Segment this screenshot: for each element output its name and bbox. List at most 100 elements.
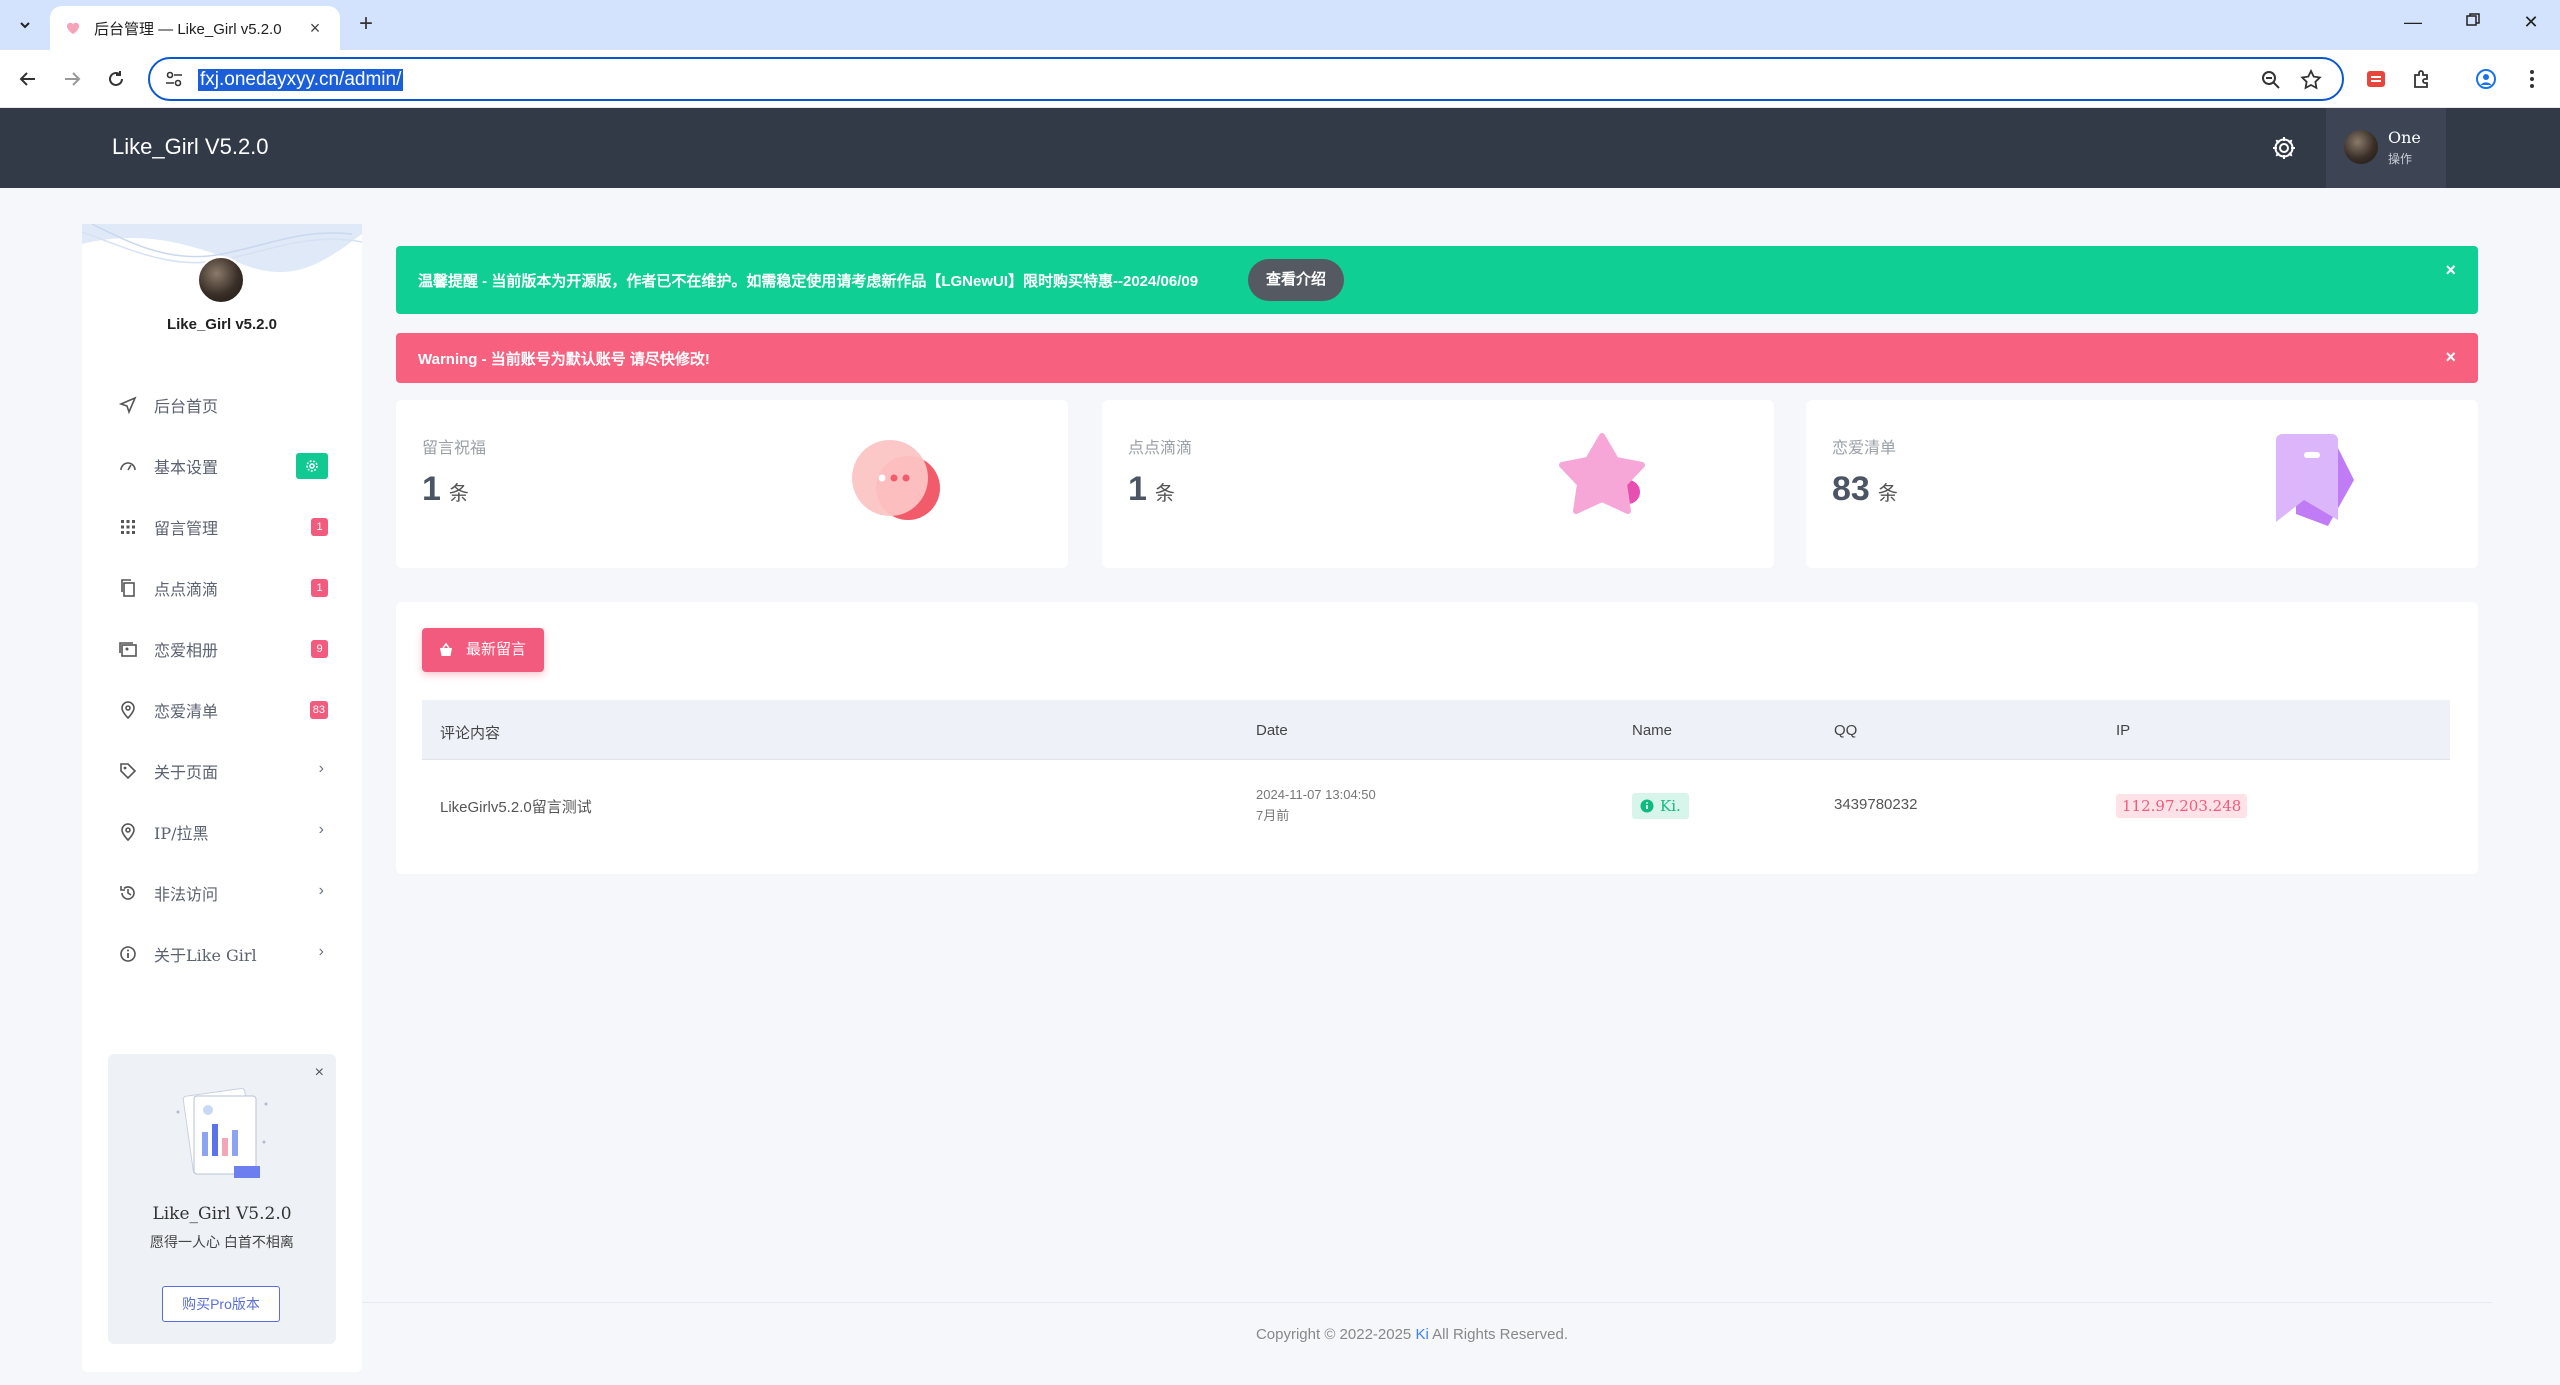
commenter-qq: 3439780232 xyxy=(1834,796,1918,813)
avatar xyxy=(2344,130,2378,164)
profile-icon[interactable] xyxy=(2474,67,2498,91)
sidebar-brand: Like_Girl v5.2.0 xyxy=(166,316,278,333)
latest-messages-label: 最新留言 xyxy=(466,641,527,658)
chevron-right-icon: › xyxy=(318,760,324,777)
stat-label: 留言祝福 xyxy=(422,438,487,457)
latest-messages-button[interactable]: 最新留言 xyxy=(422,628,545,672)
sidebar-item-label: IP/拉黑 xyxy=(154,823,209,843)
browser-tab-bar: 后台管理 — Like_Girl v5.2.0 × + — ✕ xyxy=(0,0,2560,50)
sidebar-item-messages[interactable]: 留言管理 1 xyxy=(82,496,362,557)
user-menu[interactable]: One 操作 xyxy=(2326,108,2446,188)
sidebar-item-label: 恋爱清单 xyxy=(154,701,219,721)
close-icon[interactable]: × xyxy=(2445,347,2456,368)
chat-bubble-icon xyxy=(852,440,940,520)
gear-icon[interactable] xyxy=(2270,134,2298,162)
app-title[interactable]: Like_Girl V5.2.0 xyxy=(112,134,269,160)
footer-author-link[interactable]: Ki xyxy=(1415,1326,1428,1343)
stat-unit: 条 xyxy=(1877,481,1898,505)
comment-date-absolute: 2024-11-07 13:04:50 xyxy=(1256,787,1376,802)
stat-number: 83 xyxy=(1832,470,1870,508)
info-alert: 温馨提醒 - 当前版本为开源版，作者已不在维护。如需稳定使用请考虑新作品【LGN… xyxy=(396,246,2478,314)
minimize-icon[interactable]: — xyxy=(2398,12,2428,33)
sidebar-item-label: 关于Like Girl xyxy=(154,945,257,965)
sidebar: Like_Girl v5.2.0 后台首页 基本设置 留言管理 1 点点滴滴 1… xyxy=(82,224,362,1372)
extension-red-icon[interactable] xyxy=(2364,67,2388,91)
site-info-icon[interactable] xyxy=(164,69,184,89)
sidebar-item-settings[interactable]: 基本设置 xyxy=(82,435,362,496)
stat-label: 点点滴滴 xyxy=(1128,438,1193,457)
sidebar-item-label: 留言管理 xyxy=(154,518,219,538)
tab-search-button[interactable] xyxy=(10,10,40,40)
menu-dots-icon[interactable] xyxy=(2520,67,2544,91)
user-name: One xyxy=(2388,128,2421,147)
report-illustration xyxy=(176,1087,268,1178)
restore-icon[interactable] xyxy=(2458,12,2488,33)
close-icon[interactable]: × xyxy=(2445,260,2456,281)
info-alert-text: 温馨提醒 - 当前版本为开源版，作者已不在维护。如需稳定使用请考虑新作品【LGN… xyxy=(418,273,1199,290)
stat-value: 83 条 xyxy=(1832,470,1898,509)
chevron-down-icon xyxy=(20,22,30,29)
sidebar-item-about-page[interactable]: 关于页面 › xyxy=(82,740,362,801)
column-header: QQ xyxy=(1834,722,1858,739)
count-badge: 1 xyxy=(311,579,328,597)
warning-alert: Warning - 当前账号为默认账号 请尽快修改! × xyxy=(396,333,2478,383)
sidebar-item-label: 后台首页 xyxy=(154,396,219,416)
count-badge: 1 xyxy=(311,518,328,536)
sidebar-item-label: 点点滴滴 xyxy=(154,579,219,599)
comment-content: LikeGirlv5.2.0留言测试 xyxy=(440,799,592,816)
count-badge: 9 xyxy=(311,640,328,658)
buy-pro-button[interactable]: 购买Pro版本 xyxy=(162,1286,280,1322)
extensions-puzzle-icon[interactable] xyxy=(2410,67,2434,91)
column-header: 评论内容 xyxy=(440,725,501,742)
bookmark-star-icon[interactable] xyxy=(2300,69,2322,91)
sidebar-item-label: 关于页面 xyxy=(154,762,219,782)
promo-subtitle: 愿得一人心 白首不相离 xyxy=(150,1234,294,1250)
new-tab-button[interactable]: + xyxy=(352,10,380,38)
chevron-right-icon: › xyxy=(318,943,324,960)
column-header: Date xyxy=(1256,722,1288,739)
table-row[interactable]: LikeGirlv5.2.0留言测试 2024-11-07 13:04:50 7… xyxy=(422,760,2450,850)
comment-date: 2024-11-07 13:04:50 7月前 xyxy=(1256,784,1376,826)
bookmark-card-icon xyxy=(2276,434,2354,526)
reload-icon[interactable] xyxy=(100,63,132,95)
copy-icon xyxy=(118,578,138,598)
forward-arrow-icon[interactable] xyxy=(56,63,88,95)
sidebar-item-moments[interactable]: 点点滴滴 1 xyxy=(82,557,362,618)
promo-title: Like_Girl V5.2.0 xyxy=(152,1204,292,1224)
view-intro-button[interactable]: 查看介绍 xyxy=(1248,259,1345,301)
app-header: Like_Girl V5.2.0 One 操作 xyxy=(0,108,2560,188)
avatar xyxy=(197,256,245,304)
info-icon xyxy=(118,944,138,964)
user-role: 操作 xyxy=(2388,152,2413,166)
tab-close-icon[interactable]: × xyxy=(304,18,326,39)
commenter-name: Ki. xyxy=(1660,797,1681,815)
settings-icon xyxy=(306,460,318,472)
footer-divider xyxy=(362,1302,2492,1303)
stat-value: 1条 xyxy=(1128,470,1175,509)
sidebar-item-home[interactable]: 后台首页 xyxy=(82,374,362,435)
sidebar-item-album[interactable]: 恋爱相册 9 xyxy=(82,618,362,679)
map-pin-icon xyxy=(118,700,138,720)
window-close-icon[interactable]: ✕ xyxy=(2516,12,2546,33)
url-text[interactable]: fxj.onedayxyy.cn/admin/ xyxy=(198,69,404,91)
sidebar-item-lovelist[interactable]: 恋爱清单 83 xyxy=(82,679,362,740)
close-icon[interactable]: × xyxy=(315,1064,324,1082)
footer: Copyright © 2022-2025 Ki All Rights Rese… xyxy=(362,1326,2462,1343)
stat-number: 1 xyxy=(422,470,441,508)
stat-unit: 条 xyxy=(1154,481,1175,505)
heart-favicon-icon xyxy=(64,19,82,37)
address-bar[interactable]: fxj.onedayxyy.cn/admin/ xyxy=(148,57,2344,101)
back-arrow-icon[interactable] xyxy=(12,63,44,95)
sidebar-item-ip-block[interactable]: IP/拉黑 › xyxy=(82,801,362,862)
name-tag: Ki. xyxy=(1632,793,1689,819)
browser-toolbar: fxj.onedayxyy.cn/admin/ xyxy=(0,50,2560,108)
images-icon xyxy=(118,639,138,659)
browser-tab-active[interactable]: 后台管理 — Like_Girl v5.2.0 × xyxy=(50,6,340,50)
count-badge: 83 xyxy=(309,701,328,719)
zoom-icon[interactable] xyxy=(2260,69,2282,91)
sidebar-item-about-likegirl[interactable]: 关于Like Girl › xyxy=(82,923,362,984)
send-icon xyxy=(118,395,138,415)
sidebar-item-label: 非法访问 xyxy=(154,884,219,904)
footer-suffix: All Rights Reserved. xyxy=(1428,1326,1569,1343)
sidebar-item-illegal-access[interactable]: 非法访问 › xyxy=(82,862,362,923)
